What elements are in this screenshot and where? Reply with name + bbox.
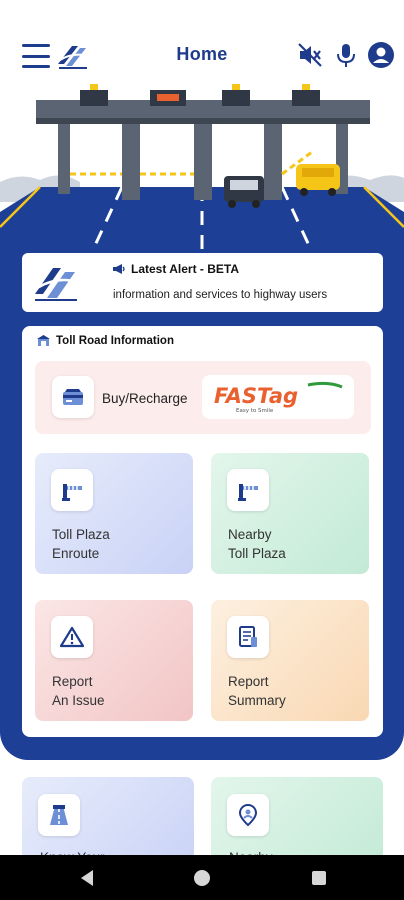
- microphone-icon[interactable]: [331, 40, 361, 70]
- toll-barrier-icon: [51, 469, 93, 511]
- nearby-toll-plaza-tile[interactable]: Nearby Toll Plaza: [211, 453, 369, 574]
- back-triangle-icon[interactable]: [77, 868, 97, 888]
- tile-label: Nearby Toll Plaza: [228, 527, 286, 561]
- fastag-logo: FASTag Easy to Smile: [202, 375, 354, 419]
- user-account-icon[interactable]: [366, 40, 396, 70]
- report-summary-tile[interactable]: Report Summary: [211, 600, 369, 721]
- section-title: Toll Road Information: [56, 334, 174, 347]
- fastag-logo-text: FASTag: [214, 384, 298, 408]
- tile-label: Report Summary: [228, 674, 286, 708]
- fastag-card-icon: [52, 376, 94, 418]
- toll-road-info-card: Toll Road Information Buy/Recharge FASTa…: [22, 326, 383, 737]
- toll-booth-icon: [37, 335, 50, 346]
- warning-triangle-icon: [51, 616, 93, 658]
- section-header: Toll Road Information: [36, 334, 174, 347]
- tile-label: Report An Issue: [52, 674, 105, 708]
- highway-road-icon: [38, 794, 80, 836]
- toll-barrier-icon: [227, 469, 269, 511]
- report-document-icon: [227, 616, 269, 658]
- fastag-tagline: Easy to Smile: [236, 408, 274, 414]
- location-person-icon: [227, 794, 269, 836]
- megaphone-icon: [113, 264, 125, 274]
- toll-plaza-illustration: [0, 82, 404, 282]
- toll-plaza-enroute-tile[interactable]: Toll Plaza Enroute: [35, 453, 193, 574]
- latest-alert-card[interactable]: Latest Alert - BETA information and serv…: [22, 253, 383, 312]
- fastag-buy-recharge-button[interactable]: Buy/Recharge FASTag Easy to Smile: [35, 361, 371, 434]
- speaker-muted-icon[interactable]: [295, 40, 325, 70]
- alert-header: Latest Alert - BETA: [112, 262, 239, 276]
- report-issue-tile[interactable]: Report An Issue: [35, 600, 193, 721]
- app-header: Home: [0, 0, 404, 84]
- fastag-label: Buy/Recharge: [102, 391, 188, 406]
- highway-logo-icon: [35, 268, 78, 301]
- recents-square-icon[interactable]: [309, 868, 329, 888]
- system-navigation-bar: [0, 855, 404, 900]
- alert-title: Latest Alert - BETA: [131, 262, 240, 276]
- home-circle-icon[interactable]: [192, 868, 212, 888]
- alert-message: information and services to highway user…: [113, 289, 328, 301]
- tile-label: Toll Plaza Enroute: [52, 527, 110, 561]
